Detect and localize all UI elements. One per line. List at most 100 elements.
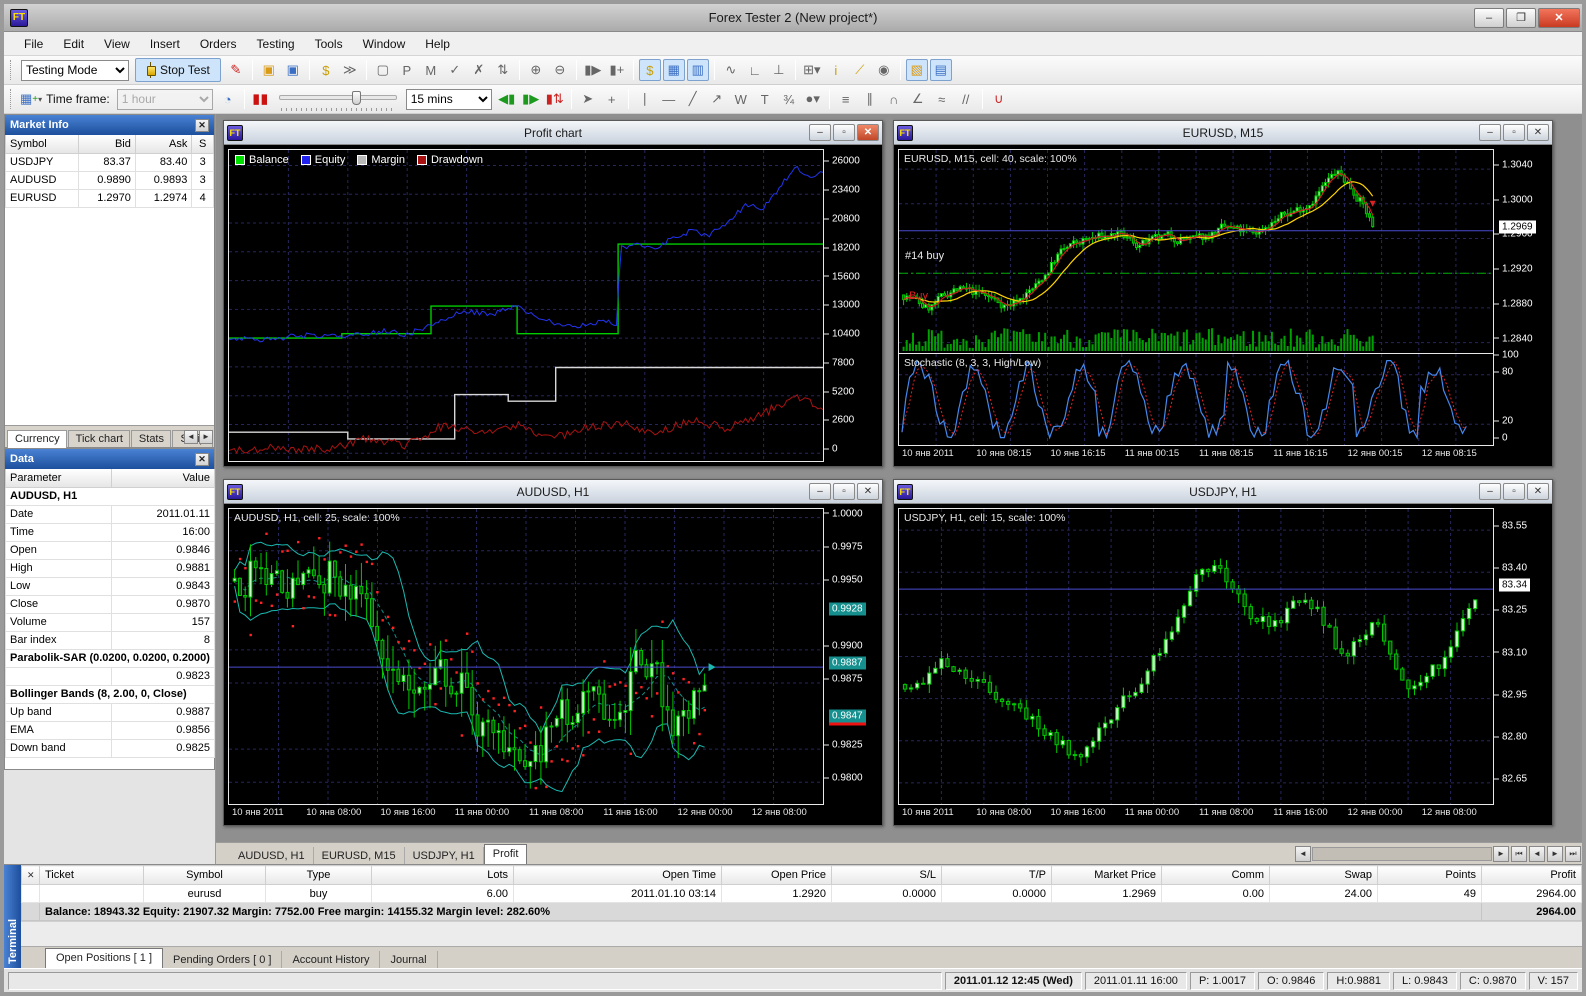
market-info-tab-tick-chart[interactable]: Tick chart <box>68 430 130 447</box>
pending-order-icon[interactable]: P <box>396 59 418 81</box>
profit-plot[interactable]: BalanceEquityMarginDrawdown <box>228 149 824 462</box>
audusd-close-button[interactable]: ✕ <box>857 483 879 500</box>
terminal-col-profit[interactable]: Profit <box>1482 866 1582 885</box>
terminal-close-icon[interactable]: ✕ <box>22 866 40 885</box>
terminal-col-s-l[interactable]: S/L <box>832 866 942 885</box>
audusd-minimize-button[interactable]: – <box>809 483 831 500</box>
data-col-value[interactable]: Value <box>112 469 215 487</box>
market-info-col-symbol[interactable]: Symbol <box>6 135 79 153</box>
modify-order-icon[interactable]: M <box>420 59 442 81</box>
chart-tab-profit[interactable]: Profit <box>484 844 528 864</box>
new-order-icon[interactable]: ▢ <box>372 59 394 81</box>
menu-window[interactable]: Window <box>353 34 416 54</box>
chart-tab-audusd-h1[interactable]: AUDUSD, H1 <box>230 847 314 864</box>
minimize-button[interactable]: – <box>1474 8 1504 28</box>
terminal-vertical-tab[interactable]: Terminal <box>4 865 21 968</box>
terminal-tab-pending-orders[interactable]: Pending Orders [ 0 ] <box>163 951 282 968</box>
market-info-row-usdjpy[interactable]: USDJPY83.3783.403 <box>6 153 214 171</box>
nav-last-icon[interactable]: ⏭ <box>1565 846 1581 862</box>
profit-chart-body[interactable]: BalanceEquityMarginDrawdown 026005200780… <box>224 145 882 466</box>
vertical-line-tool-icon[interactable]: ∣ <box>634 88 656 110</box>
fibonacci-tool-icon[interactable]: ¾ <box>778 88 800 110</box>
menu-orders[interactable]: Orders <box>190 34 247 54</box>
market-info-close-icon[interactable]: ✕ <box>195 119 209 132</box>
clear-chart-broom-icon[interactable]: ⟋ <box>849 59 871 81</box>
eurusd-chart-body[interactable]: EURUSD, M15, cell: 40, scale: 100% #14 b… <box>894 145 1552 466</box>
market-info-row-audusd[interactable]: AUDUSD0.98900.98933 <box>6 171 214 189</box>
step-forward-icon[interactable]: ▮▶ <box>520 88 542 110</box>
stop-test-button[interactable]: Stop Test <box>135 58 221 82</box>
dot-chart-icon[interactable]: ⊥ <box>768 59 790 81</box>
wave-lines-icon[interactable]: ≈ <box>931 88 953 110</box>
terminal-col-comm[interactable]: Comm <box>1162 866 1270 885</box>
menu-view[interactable]: View <box>94 34 140 54</box>
channel-tool-icon[interactable]: // <box>955 88 977 110</box>
audusd-restore-button[interactable]: ▫ <box>833 483 855 500</box>
time-sync-clock-icon[interactable]: ◔ <box>217 88 239 110</box>
eurusd-stochastic-plot[interactable]: Stochastic (8, 3, 3, High/Low) <box>898 354 1494 446</box>
market-info-tab-currency[interactable]: Currency <box>7 430 67 448</box>
step-back-icon[interactable]: ◀▮ <box>496 88 518 110</box>
menu-edit[interactable]: Edit <box>53 34 94 54</box>
timeframe-select[interactable]: 1 hour <box>117 89 213 110</box>
tick-play-icon[interactable]: ▮▶ <box>582 59 604 81</box>
profit-close-button[interactable]: ✕ <box>857 124 879 141</box>
tabs-scroll-left-icon[interactable]: ◄ <box>184 430 198 444</box>
open-position-row[interactable]: eurusdbuy6.002011.01.10 03:141.29200.000… <box>22 885 1582 903</box>
speed-slider[interactable] <box>279 90 397 108</box>
terminal-col-lots[interactable]: Lots <box>372 866 514 885</box>
terminal-tab-open-positions[interactable]: Open Positions [ 1 ] <box>45 948 163 968</box>
step-interval-select[interactable]: 15 mins <box>406 89 492 110</box>
strategy-editor-icon[interactable]: ✎ <box>225 59 247 81</box>
eurusd-plot[interactable]: EURUSD, M15, cell: 40, scale: 100% #14 b… <box>898 149 1494 354</box>
journal-panel-icon[interactable]: ▤ <box>930 59 952 81</box>
terminal-col-ticket[interactable]: Ticket <box>40 866 144 885</box>
magnet-tool-icon[interactable]: ∪ <box>988 88 1010 110</box>
menu-insert[interactable]: Insert <box>140 34 190 54</box>
save-project-icon[interactable]: ▣ <box>282 59 304 81</box>
terminal-col-market-price[interactable]: Market Price <box>1052 866 1162 885</box>
arc-tool-icon[interactable]: ∩ <box>883 88 905 110</box>
order-sort-icon[interactable]: ⇅ <box>492 59 514 81</box>
profit-window-titlebar[interactable]: FT Profit chart – ▫ ✕ <box>224 121 882 145</box>
menu-file[interactable]: File <box>14 34 53 54</box>
delete-order-icon[interactable]: ✗ <box>468 59 490 81</box>
cursor-tool-icon[interactable]: ➤ <box>577 88 599 110</box>
h-parallel-lines-icon[interactable]: ≡ <box>835 88 857 110</box>
terminal-col-open-time[interactable]: Open Time <box>514 866 722 885</box>
menu-help[interactable]: Help <box>415 34 460 54</box>
zoom-out-icon[interactable]: ⊖ <box>549 59 571 81</box>
add-indicator-icon[interactable]: ⊞▾ <box>801 59 823 81</box>
eurusd-minimize-button[interactable]: – <box>1479 124 1501 141</box>
testing-mode-select[interactable]: Testing Mode <box>21 60 129 81</box>
market-info-row-eurusd[interactable]: EURUSD1.29701.29744 <box>6 189 214 207</box>
menu-testing[interactable]: Testing <box>247 34 305 54</box>
audusd-plot[interactable]: AUDUSD, H1, cell: 25, scale: 100% <box>228 508 824 805</box>
chart-scrollbar[interactable] <box>1312 847 1492 861</box>
pause-button[interactable]: ▮▮ <box>250 88 272 110</box>
market-info-tab-stats[interactable]: Stats <box>131 430 172 447</box>
close-button[interactable]: ✕ <box>1538 8 1580 28</box>
horizontal-line-tool-icon[interactable]: ― <box>658 88 680 110</box>
market-info-col-s[interactable]: S <box>192 135 214 153</box>
angle-tool-icon[interactable]: ∠ <box>907 88 929 110</box>
data-panel-close-icon[interactable]: ✕ <box>195 453 209 466</box>
wave-tool-icon[interactable]: W <box>730 88 752 110</box>
indicator-info-icon[interactable]: i <box>825 59 847 81</box>
terminal-toggle-icon[interactable]: ▥ <box>687 59 709 81</box>
terminal-col-symbol[interactable]: Symbol <box>144 866 266 885</box>
terminal-col-type[interactable]: Type <box>266 866 372 885</box>
tick-by-tick-icon[interactable]: ▮⇅ <box>544 88 566 110</box>
eurusd-restore-button[interactable]: ▫ <box>1503 124 1525 141</box>
restart-test-icon[interactable]: ≫ <box>339 59 361 81</box>
deposit-money-icon[interactable]: $ <box>315 59 337 81</box>
terminal-col-open-price[interactable]: Open Price <box>722 866 832 885</box>
crosshair-tool-icon[interactable]: + <box>601 88 623 110</box>
line-chart-icon[interactable]: ∿ <box>720 59 742 81</box>
usdjpy-window-titlebar[interactable]: FT USDJPY, H1 – ▫ ✕ <box>894 480 1552 504</box>
shapes-tool-icon[interactable]: ●▾ <box>802 88 824 110</box>
eurusd-window-titlebar[interactable]: FT EURUSD, M15 – ▫ ✕ <box>894 121 1552 145</box>
open-project-icon[interactable]: ▣ <box>258 59 280 81</box>
new-chart-icon[interactable]: ▦+▾ <box>19 88 43 110</box>
usdjpy-chart-body[interactable]: USDJPY, H1, cell: 15, scale: 100% 10 янв… <box>894 504 1552 825</box>
